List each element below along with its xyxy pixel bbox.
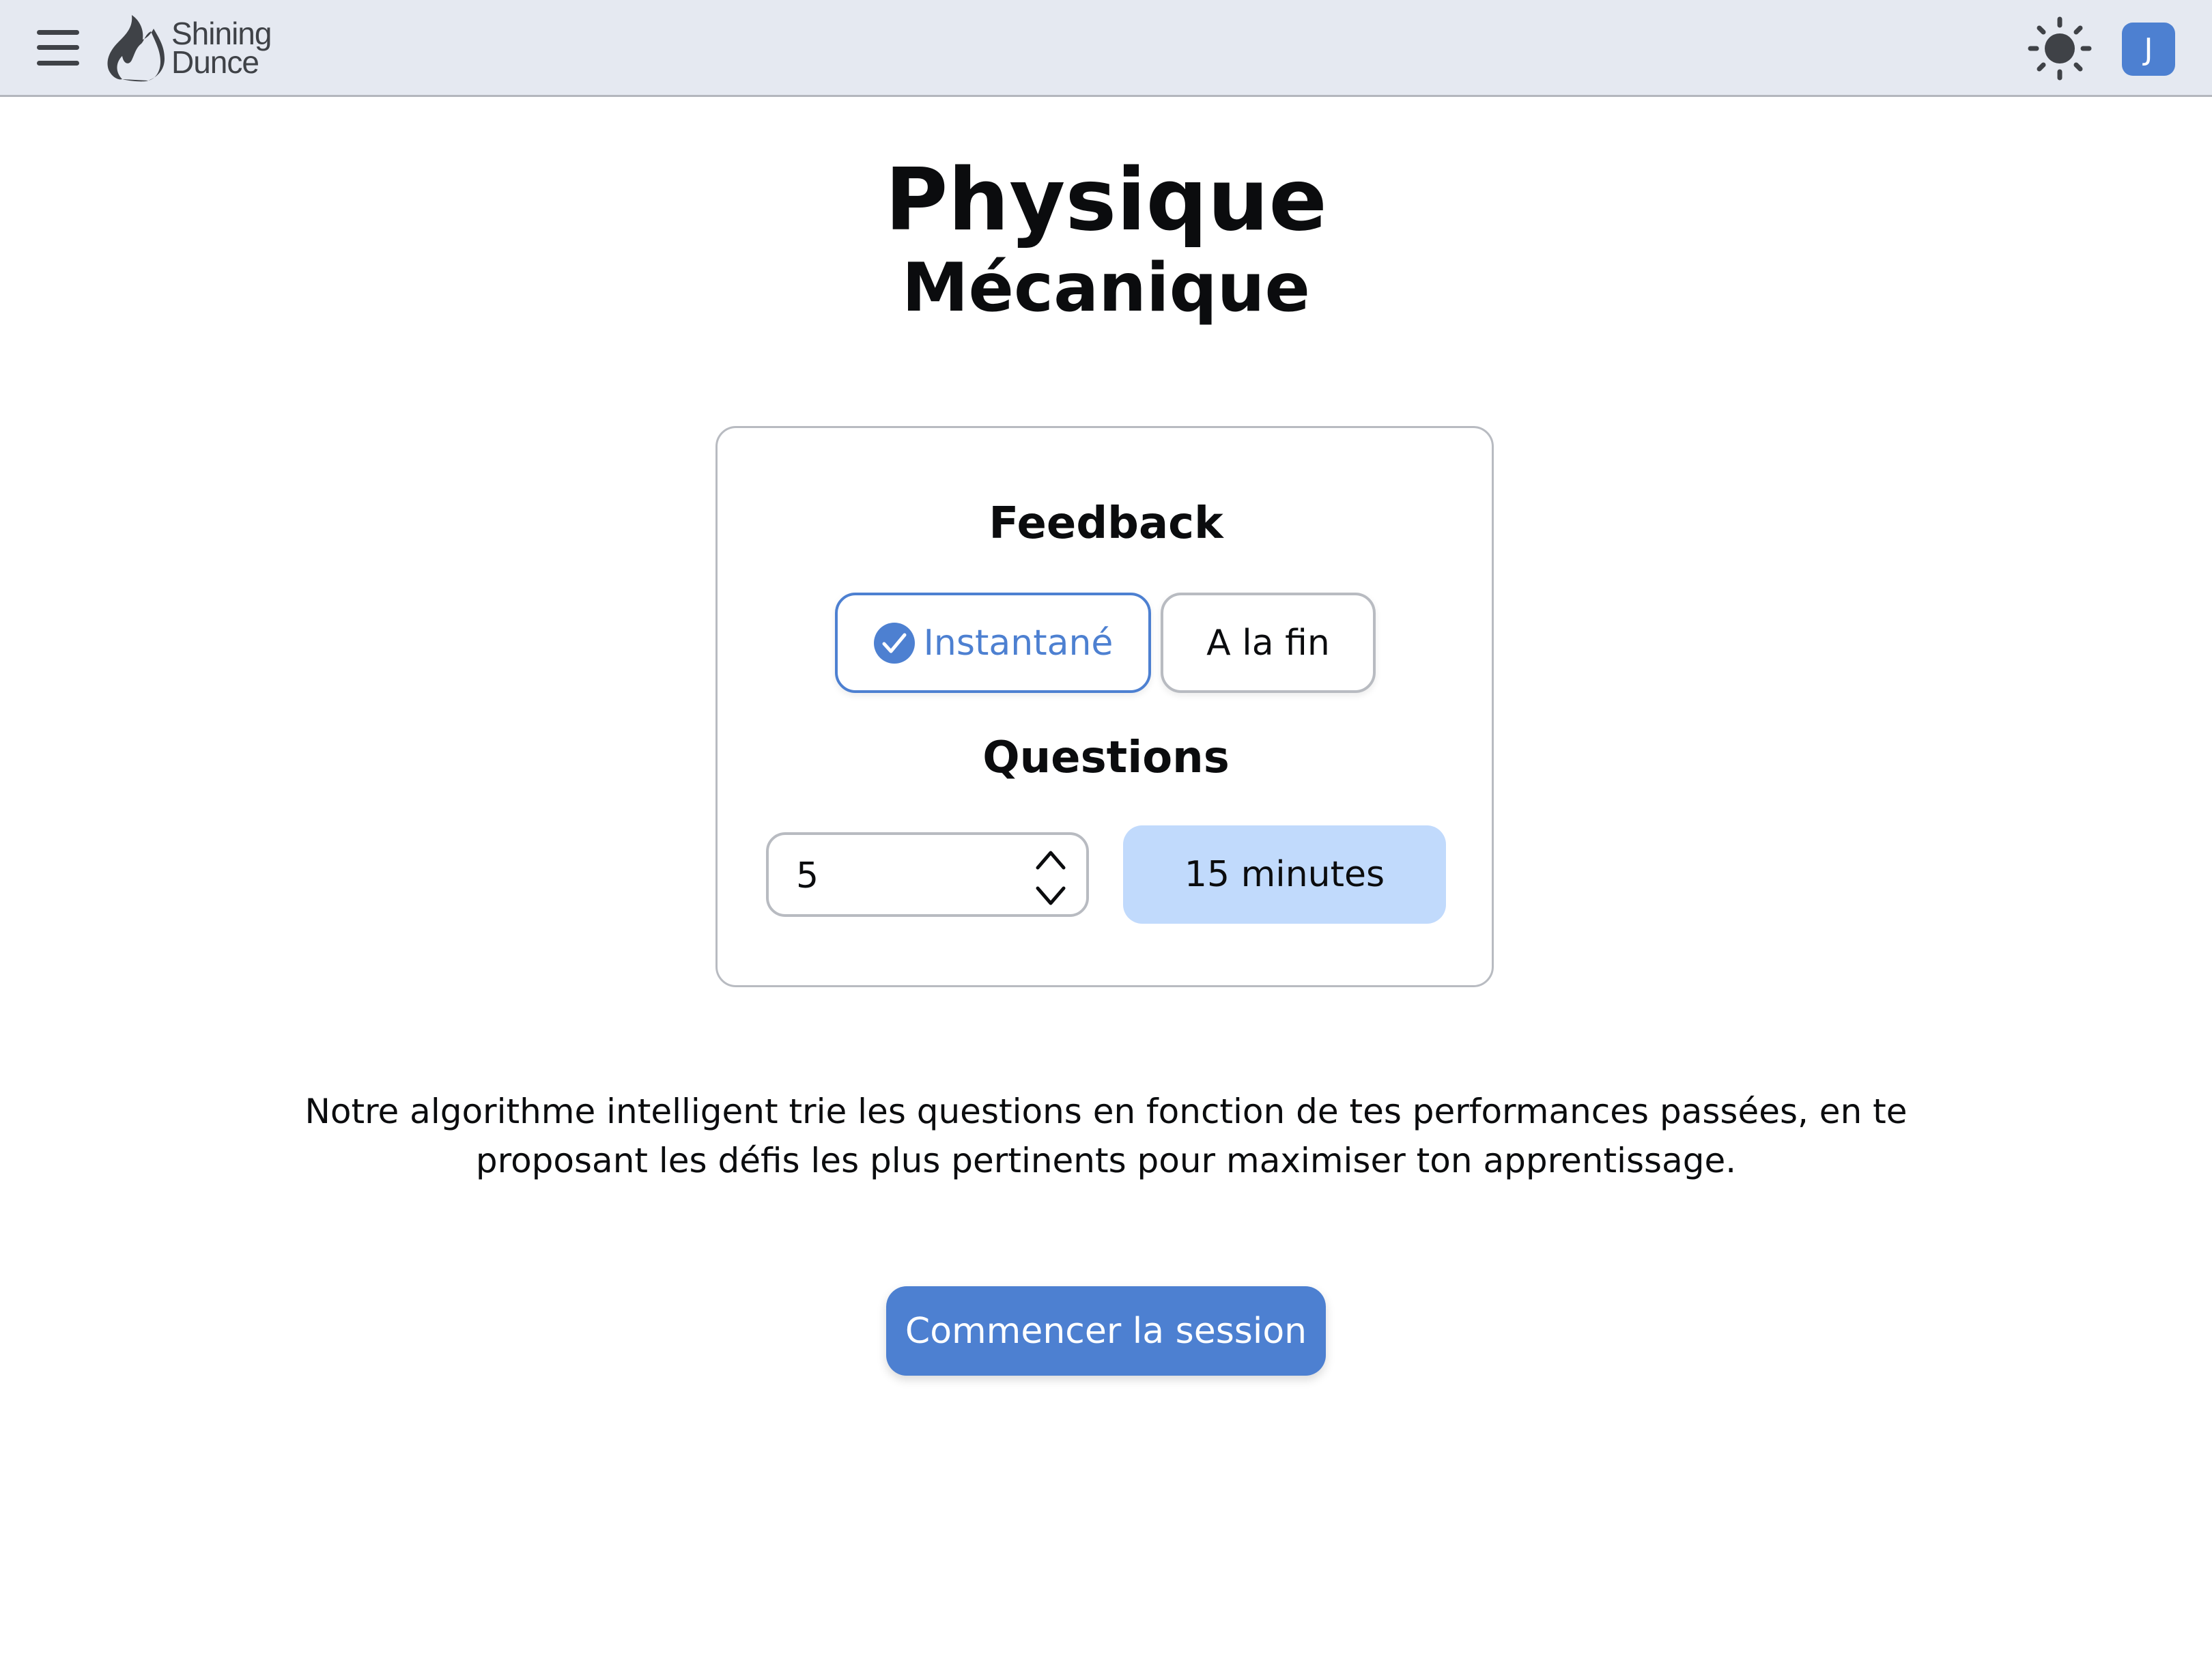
questions-count-input[interactable] (796, 850, 1001, 902)
questions-label: Questions (982, 733, 1230, 783)
chevron-down-icon[interactable] (1034, 884, 1068, 909)
user-avatar[interactable]: J (2122, 23, 2175, 76)
feedback-option-instant[interactable]: Instantané (835, 593, 1151, 693)
check-circle-icon (873, 622, 915, 664)
topic-title: Mécanique (902, 249, 1310, 327)
logo-line1: Shining (171, 16, 272, 51)
duration-badge: 15 minutes (1123, 825, 1446, 924)
feedback-option-label: Instantané (923, 622, 1114, 664)
menu-line (37, 45, 79, 50)
feedback-label: Feedback (989, 498, 1223, 549)
sun-icon[interactable] (2028, 16, 2092, 81)
subject-title: Physique (885, 150, 1327, 250)
flame-icon (107, 15, 165, 82)
start-session-button[interactable]: Commencer la session (886, 1286, 1326, 1376)
menu-line (37, 61, 79, 66)
top-bar: Shining Dunce J (0, 0, 2212, 97)
logo-line2: Dunce (171, 44, 259, 80)
chevron-up-icon[interactable] (1034, 847, 1068, 872)
hamburger-menu-icon[interactable] (37, 30, 79, 66)
feedback-option-end[interactable]: A la fin (1161, 593, 1376, 693)
logo-text: Shining Dunce (171, 16, 272, 80)
algorithm-description: Notre algorithme intelligent trie les qu… (304, 1092, 1908, 1180)
menu-line (37, 30, 79, 35)
logo[interactable]: Shining Dunce (106, 14, 272, 82)
feedback-option-label: A la fin (1206, 622, 1330, 664)
questions-count-stepper[interactable] (766, 832, 1089, 917)
